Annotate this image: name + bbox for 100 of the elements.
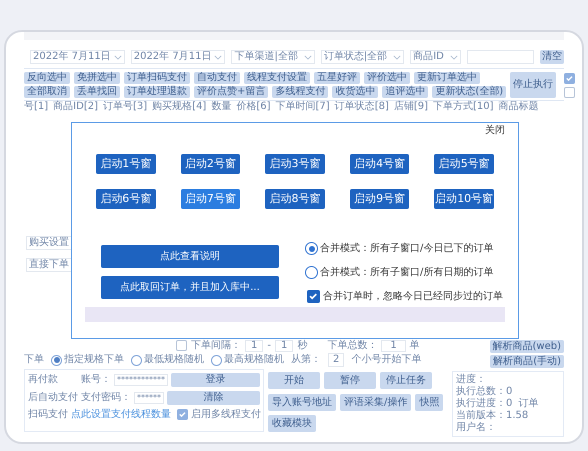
select-field[interactable]: 订单状态|全部 [320, 50, 404, 64]
checkbox[interactable] [564, 72, 576, 84]
control-button[interactable]: 开始 [268, 372, 320, 389]
start-from-text: 个小号开始下单 [351, 355, 422, 365]
user-text: 用户名： [456, 423, 496, 433]
password-field[interactable]: ****** [134, 392, 164, 404]
radio-button[interactable] [305, 242, 318, 255]
action-button[interactable]: 追评选中 [382, 86, 428, 98]
payment-label: 扫码支付 [28, 410, 68, 420]
action-button[interactable]: 订单扫码支付 [124, 72, 190, 84]
search-field[interactable] [466, 50, 534, 64]
column-header: 商品ID[2] [53, 102, 98, 112]
launch-window-button[interactable]: 启动9号窗 [350, 189, 410, 209]
control-button[interactable]: 快照 [415, 394, 444, 411]
account-field[interactable]: ************ [114, 374, 168, 386]
interval-to-field[interactable]: 1 [274, 340, 294, 352]
column-header: 下单时间[7] [276, 102, 330, 112]
action-button[interactable]: 订单处理退款 [124, 86, 190, 98]
start-from-label: 从第： [291, 355, 321, 365]
dialog-action-button[interactable]: 点此取回订单，并且加入库中... [101, 276, 279, 299]
launch-window-button[interactable]: 启动6号窗 [96, 189, 156, 209]
password-label: 支付密码： [81, 393, 131, 403]
action-button[interactable]: 反向选中 [24, 72, 70, 84]
column-header: 号[1] [24, 102, 48, 112]
action-button[interactable]: 自动支付 [194, 72, 240, 84]
order-mode-label: 最高规格随机 [224, 355, 284, 365]
control-button[interactable]: 暂停 [324, 372, 376, 389]
radio-button[interactable] [131, 354, 142, 366]
action-button[interactable]: 线程支付设置 [244, 72, 310, 84]
date-field[interactable]: 2022年 7月11日 [130, 50, 226, 64]
radio-button[interactable] [211, 354, 222, 366]
select-field[interactable]: 下单渠道|全部 [231, 50, 315, 64]
launch-window-button[interactable]: 启动3号窗 [265, 154, 325, 174]
action-button[interactable]: 全部取消 [24, 86, 70, 98]
start-from-field[interactable]: 2 [328, 353, 344, 367]
action-button[interactable]: 多线程支付 [272, 86, 328, 98]
order-mode-label: 指定规格下单 [64, 355, 124, 365]
interval-from-field[interactable]: 1 [245, 340, 264, 352]
progress-label: 进度： [456, 375, 487, 385]
column-header: 数量 [211, 102, 232, 112]
check-icon [178, 410, 187, 419]
action-button[interactable]: 收货选中 [332, 86, 378, 98]
parse-button[interactable]: 解析商品(手动) [490, 355, 564, 368]
total-count-text: 执行总数：0 [456, 387, 512, 397]
checkbox[interactable] [307, 290, 320, 303]
column-header: 订单状态[8] [334, 102, 389, 112]
orders-text: 订单 [518, 399, 538, 409]
control-button[interactable]: 停止任务 [380, 372, 432, 389]
caret-icon [114, 54, 122, 60]
action-button[interactable]: 五星好评 [314, 72, 360, 84]
checkbox[interactable] [564, 86, 576, 98]
thread-settings-link[interactable]: 点此设置支付线程数量 [71, 410, 171, 420]
clear-account-button[interactable]: 清除 [167, 391, 260, 405]
launch-window-button[interactable]: 启动2号窗 [180, 154, 240, 174]
order-mode-label: 下单 [24, 355, 44, 365]
action-button[interactable]: 更新订单选中 [414, 72, 480, 84]
action-button[interactable]: 免拼选中 [74, 72, 120, 84]
launch-window-button[interactable]: 启动1号窗 [96, 154, 156, 174]
progress-text: 执行进度：0 [456, 399, 512, 409]
check-icon [308, 291, 319, 302]
control-button[interactable]: 评语采集/操作 [340, 394, 412, 411]
account-label: 账号： [81, 375, 111, 385]
column-header: 下单方式[10] [433, 102, 494, 112]
action-button[interactable]: 丢单找回 [74, 86, 120, 98]
unit-text: 单 [410, 340, 420, 350]
clear-button[interactable]: 清空 [540, 50, 564, 64]
control-button[interactable]: 导入账号地址 [268, 394, 336, 411]
close-button[interactable]: 关闭 [485, 126, 505, 136]
control-button[interactable]: 收藏模块 [268, 415, 316, 432]
caret-icon [214, 54, 222, 60]
column-header: 订单号[3] [103, 102, 148, 112]
merge-mode-label: 合并模式：所有子窗口/今日已下的订单 [320, 242, 494, 256]
launch-window-button[interactable]: 启动8号窗 [265, 189, 325, 209]
action-button[interactable]: 评价选中 [364, 72, 410, 84]
select-field[interactable]: 商品ID [410, 50, 461, 64]
total-field[interactable]: 1 [381, 340, 406, 352]
radio-button[interactable] [51, 354, 62, 366]
login-button[interactable]: 登录 [171, 373, 260, 387]
unit-text: 秒 [297, 340, 308, 350]
launch-window-button[interactable]: 启动10号窗 [434, 189, 494, 209]
caret-icon [450, 54, 458, 60]
parse-button[interactable]: 解析商品(web) [490, 340, 564, 353]
launch-window-button[interactable]: 启动4号窗 [350, 154, 410, 174]
date-field[interactable]: 2022年 7月11日 [30, 50, 125, 64]
action-button[interactable]: 更新状态(全部) [432, 86, 506, 98]
checkbox[interactable] [177, 409, 188, 420]
caret-icon [304, 54, 312, 60]
stop-button[interactable]: 停止执行 [510, 72, 556, 98]
checkbox[interactable] [176, 340, 187, 351]
column-header: 商品标题 [498, 102, 539, 112]
launch-window-button[interactable]: 启动7号窗 [180, 189, 240, 209]
column-header: 价格[6] [236, 102, 271, 112]
dialog-action-button[interactable]: 点此查看说明 [101, 245, 279, 268]
dash-text: - [267, 340, 271, 350]
action-button[interactable]: 评价点赞+留言 [194, 86, 268, 98]
launch-window-button[interactable]: 启动5号窗 [434, 154, 494, 174]
version-text: 当前版本：1.58 [456, 411, 528, 421]
radio-button[interactable] [305, 266, 318, 279]
total-label: 下单总数： [327, 340, 378, 350]
check-icon [565, 74, 574, 82]
